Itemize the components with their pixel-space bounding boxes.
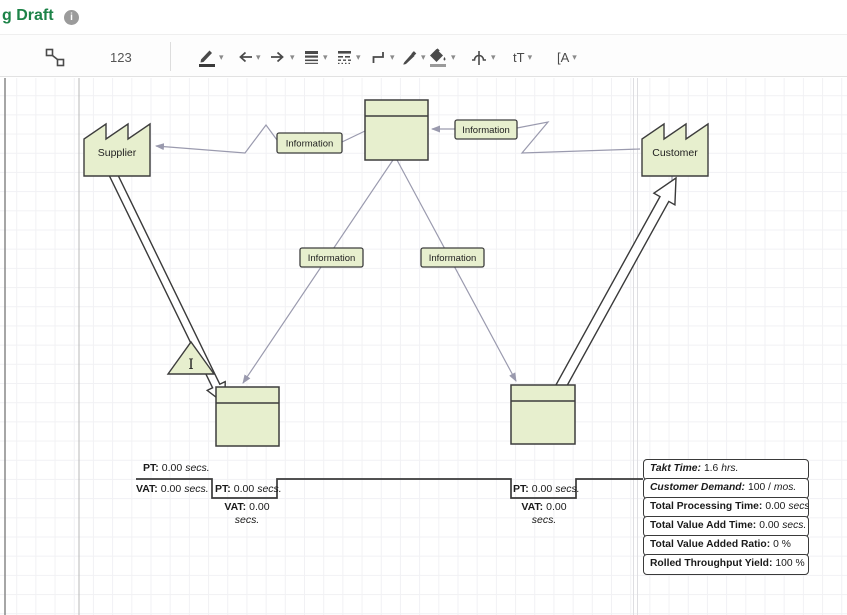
diagram-canvas[interactable]: Supplier Customer Information Informatio… [0, 78, 847, 615]
summary-row-takt-time[interactable]: Takt Time:1.6hrs. [643, 459, 809, 480]
process-node-right[interactable] [511, 385, 575, 444]
customer-label: Customer [652, 147, 698, 159]
electronic-info-connector-customer[interactable] [517, 122, 640, 153]
summary-row-total-processing-time[interactable]: Total Processing Time:0.00secs. [643, 497, 809, 518]
caret-down-icon: ▾ [356, 52, 361, 63]
production-control-node[interactable] [365, 100, 428, 160]
timeline-pt-label-1[interactable]: PT:0.00secs. [143, 462, 210, 475]
connector-icon [45, 48, 65, 67]
schedule-connector-left[interactable] [243, 160, 393, 383]
arrow-right-icon [270, 48, 287, 66]
info-icon[interactable]: i [64, 10, 79, 25]
elbow-line-icon [370, 48, 387, 66]
arrow-left-icon [236, 48, 253, 66]
information-label: Information [462, 125, 510, 136]
caret-down-icon: ▾ [491, 52, 496, 63]
electronic-info-connector-supplier[interactable] [156, 125, 277, 153]
summary-row-total-value-add-time[interactable]: Total Value Add Time:0.00secs. [643, 516, 809, 537]
inventory-label: I [188, 357, 194, 373]
information-node-mid-right[interactable]: Information [421, 248, 484, 267]
information-node-top-left[interactable]: Information [277, 133, 342, 153]
schedule-connector-right[interactable] [397, 160, 516, 381]
header-bar: g Draft i [0, 0, 847, 34]
summary-row-rolled-throughput-yield[interactable]: Rolled Throughput Yield:100 % [643, 554, 809, 575]
caret-down-icon: ▾ [451, 52, 456, 63]
numbering-button[interactable]: 123 [110, 44, 132, 70]
timeline-vat-label-2[interactable]: VAT:0.00 secs. [217, 501, 277, 527]
font-size-button[interactable]: tT ▾ [513, 44, 532, 70]
vsm-summary-table[interactable]: Takt Time:1.6hrs. Customer Demand:100 /m… [643, 459, 809, 575]
caret-down-icon: ▾ [528, 52, 533, 63]
arrow-end-button[interactable]: ▾ [270, 44, 295, 70]
document-title[interactable]: g Draft [2, 7, 54, 25]
supplier-node[interactable]: Supplier [84, 124, 150, 176]
caret-down-icon: ▾ [572, 52, 577, 63]
caret-down-icon: ▾ [290, 52, 295, 63]
customer-node[interactable]: Customer [642, 124, 708, 176]
timeline-pt-label-2[interactable]: PT:0.00secs. [215, 483, 282, 496]
line-width-button[interactable]: ▾ [303, 44, 328, 70]
pencil-icon [198, 47, 216, 67]
caret-down-icon: ▾ [219, 52, 224, 63]
numbering-label: 123 [110, 50, 132, 65]
toolbar-divider [170, 42, 171, 71]
line-style-icon [336, 48, 353, 66]
fill-bucket-icon [428, 48, 448, 67]
arrow-start-button[interactable]: ▾ [236, 44, 261, 70]
line-type-button[interactable]: ▾ [370, 44, 395, 70]
format-painter-button[interactable]: ▾ [400, 44, 426, 70]
timeline-vat-label-1[interactable]: VAT:0.00secs. [136, 483, 209, 496]
text-style-button[interactable]: [A ▾ [557, 44, 577, 70]
timeline-vat-label-3[interactable]: VAT:0.00 secs. [514, 501, 574, 527]
timeline-pt-label-3[interactable]: PT:0.00secs. [513, 483, 580, 496]
caret-down-icon: ▾ [256, 52, 261, 63]
caret-down-icon: ▾ [390, 52, 395, 63]
line-jumps-button[interactable]: ▾ [470, 44, 496, 70]
line-color-button[interactable]: ▾ [198, 44, 224, 70]
summary-row-total-value-added-ratio[interactable]: Total Value Added Ratio:0 % [643, 535, 809, 556]
information-label: Information [429, 253, 477, 264]
process-node-left[interactable] [216, 387, 279, 446]
information-label: Information [286, 139, 334, 150]
caret-down-icon: ▾ [421, 52, 426, 63]
shape-connector-button[interactable] [45, 44, 65, 70]
info-connector-left[interactable] [342, 131, 365, 142]
toolbar: 123 ▾ ▾ ▾ ▾ [0, 34, 847, 77]
supplier-label: Supplier [98, 147, 137, 159]
caret-down-icon: ▾ [323, 52, 328, 63]
line-width-icon [303, 48, 320, 66]
information-label: Information [308, 253, 356, 264]
summary-row-customer-demand[interactable]: Customer Demand:100 /mos. [643, 478, 809, 499]
line-jump-icon [470, 48, 488, 66]
paintbrush-icon [400, 48, 418, 66]
font-size-icon: tT [513, 50, 525, 65]
information-node-top-right[interactable]: Information [455, 120, 517, 139]
shipment-arrow-customer[interactable] [556, 178, 676, 390]
information-node-mid-left[interactable]: Information [300, 248, 363, 267]
fill-color-button[interactable]: ▾ [428, 44, 456, 70]
line-style-button[interactable]: ▾ [336, 44, 361, 70]
text-style-icon: [A [557, 50, 569, 65]
